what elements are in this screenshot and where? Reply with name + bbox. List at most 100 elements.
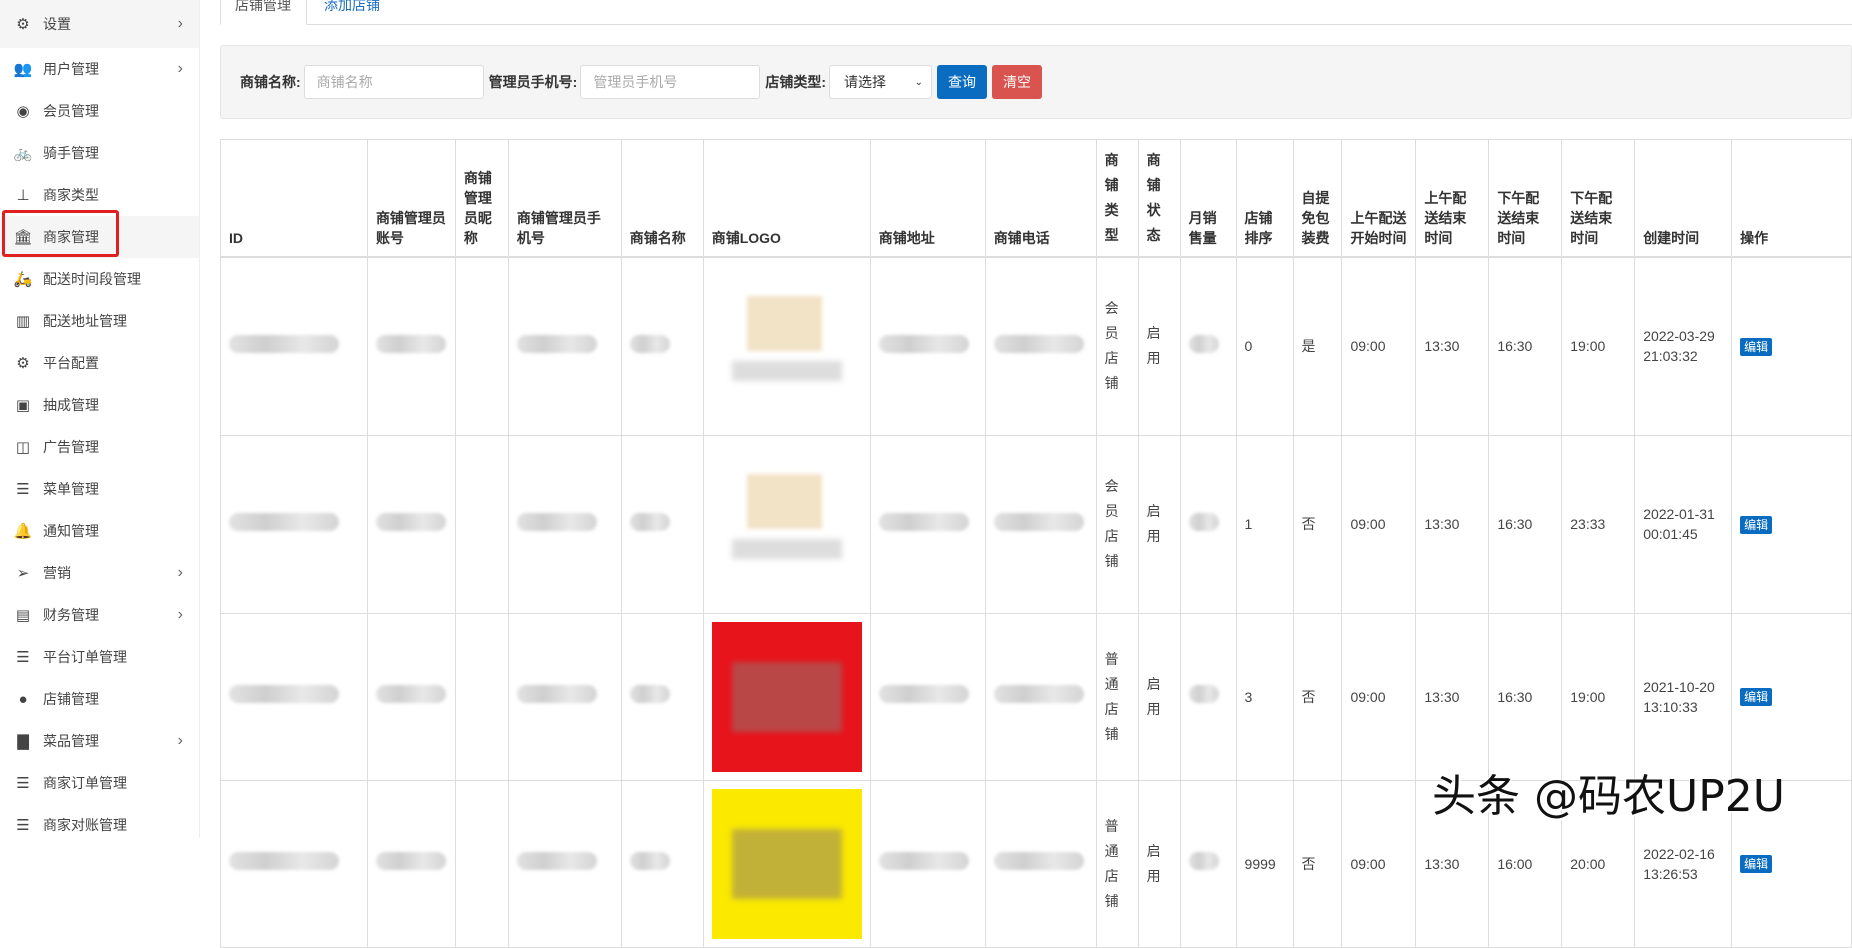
sitemap-icon: ⊥	[16, 187, 30, 204]
sidebar-item[interactable]: ➢ 营销 ›	[0, 552, 199, 594]
store-name-input[interactable]	[303, 65, 484, 99]
table-cell	[984, 779, 1097, 948]
store-type: 会员店铺	[1104, 478, 1119, 569]
self-pickup-free: 否	[1301, 855, 1316, 872]
table-cell	[1179, 256, 1237, 436]
table-cell	[220, 612, 368, 781]
redacted-text	[629, 685, 670, 703]
self-pickup-free: 是	[1301, 338, 1316, 355]
redacted-text	[229, 334, 339, 353]
table-cell	[1179, 779, 1237, 948]
edit-button[interactable]: 编辑	[1740, 337, 1773, 356]
sidebar-item[interactable]: ▥ 配送地址管理	[0, 300, 199, 342]
sidebar-item[interactable]: 👥 用户管理 ›	[0, 48, 199, 90]
column-header: ID	[220, 139, 368, 258]
am-end: 13:30	[1424, 516, 1460, 532]
column-header: 操作	[1731, 139, 1852, 258]
table-cell	[454, 434, 509, 614]
store-logo	[712, 449, 862, 599]
sidebar-item[interactable]: 🔔 通知管理	[0, 510, 199, 552]
am-start: 09:00	[1350, 338, 1386, 355]
redacted-text	[375, 334, 446, 353]
table-cell	[984, 612, 1097, 781]
table-cell: 编辑	[1731, 612, 1852, 781]
edit-button[interactable]: 编辑	[1740, 515, 1773, 534]
sidebar-item[interactable]: ◉ 会员管理	[0, 90, 199, 132]
table-cell: 13:30	[1415, 612, 1490, 781]
redacted-text	[878, 512, 969, 531]
compass-icon: ●	[18, 690, 28, 708]
table-cell	[507, 612, 622, 781]
map-icon: ▥	[15, 313, 31, 330]
sidebar-item[interactable]: 🛵 配送时间段管理	[0, 258, 199, 300]
column-header: 商铺类型	[1095, 139, 1139, 258]
sidebar-item[interactable]: 🚲 骑手管理	[0, 132, 199, 174]
column-header: 自提免包装费	[1292, 139, 1343, 258]
sidebar-item[interactable]: ☰ 菜单管理	[0, 468, 199, 510]
table-cell	[366, 612, 456, 781]
column-header: 商铺管理员手机号	[507, 139, 622, 258]
redacted-text	[516, 685, 597, 703]
redacted-text	[993, 334, 1084, 353]
bell-icon: 🔔	[13, 523, 33, 540]
store-table: ID 商铺管理员账号 商铺管理员昵称 商铺管理员手机号 商铺名称 商铺LOGO 商铺地址 商铺…	[220, 139, 1852, 948]
edit-button[interactable]: 编辑	[1740, 688, 1773, 706]
store-status: 启用	[1146, 675, 1161, 717]
redacted-text	[993, 685, 1084, 703]
sidebar-item[interactable]: ⚙ 设置 ›	[0, 0, 199, 48]
sidebar-item-label: 商家类型	[43, 187, 99, 203]
sidebar-item[interactable]: ⚙ 平台配置	[0, 342, 199, 384]
table-cell	[507, 779, 622, 948]
column-header: 商铺LOGO	[702, 139, 871, 258]
table-cell: 19:00	[1561, 612, 1636, 781]
redacted-text	[516, 512, 597, 531]
table-cell: 0	[1235, 256, 1294, 436]
phone-input[interactable]	[580, 65, 761, 99]
table-cell: 09:00	[1341, 612, 1417, 781]
redacted-text	[1188, 334, 1219, 353]
table-cell	[366, 256, 456, 436]
table-cell: 23:33	[1561, 434, 1636, 614]
chevron-right-icon: ›	[177, 564, 183, 581]
user-circle-icon: ◉	[16, 103, 30, 120]
column-header: 商铺名称	[620, 139, 704, 258]
table-cell: 09:00	[1341, 779, 1417, 948]
table-cell: 会员店铺	[1095, 256, 1139, 436]
money-icon: ▣	[15, 397, 31, 414]
table-cell	[620, 434, 704, 614]
edit-button[interactable]: 编辑	[1740, 855, 1773, 873]
tab-add-store[interactable]: 添加店铺	[310, 0, 394, 25]
created-time: 2022-02-16 13:26:53	[1643, 845, 1715, 882]
sidebar-item[interactable]: ☰ 平台订单管理	[0, 636, 199, 678]
sidebar-item[interactable]: ▣ 抽成管理	[0, 384, 199, 426]
sidebar-item[interactable]: ◫ 广告管理	[0, 426, 199, 468]
am-start: 09:00	[1350, 855, 1386, 872]
clear-button[interactable]: 清空	[992, 65, 1043, 99]
redacted-text	[1188, 512, 1219, 531]
table-cell	[869, 779, 986, 948]
sidebar-item[interactable]: ▤ 财务管理 ›	[0, 594, 199, 636]
sidebar-item[interactable]: ● 店铺管理	[0, 678, 199, 720]
paper-plane-icon: ➢	[16, 565, 30, 582]
table-cell: 16:30	[1488, 256, 1563, 436]
store-type-select[interactable]: 请选择 ⌄	[829, 65, 933, 99]
sidebar-item-label: 通知管理	[43, 523, 99, 539]
table-cell: 13:30	[1415, 434, 1490, 614]
pm-start: 16:30	[1497, 516, 1533, 532]
motorcycle-icon: 🛵	[13, 271, 33, 288]
table-cell: 否	[1292, 779, 1343, 948]
table-cell: 否	[1292, 612, 1343, 781]
sidebar-item[interactable]: ☰ 商家对账管理	[0, 804, 199, 846]
sidebar-item[interactable]: ▇ 菜品管理 ›	[0, 720, 199, 762]
sidebar-item[interactable]: ⊥ 商家类型	[0, 174, 199, 216]
query-button[interactable]: 查询	[937, 65, 988, 99]
sidebar-item[interactable]: 🏛 商家管理	[0, 216, 199, 258]
created-time: 2021-10-20 13:10:33	[1643, 678, 1715, 715]
bars-icon: ☰	[16, 817, 30, 834]
sidebar-item[interactable]: ☰ 商家订单管理	[0, 762, 199, 804]
tab-store-management[interactable]: 店铺管理	[220, 0, 307, 25]
column-header: 创建时间	[1634, 139, 1733, 258]
column-header: 下午配送结束时间	[1488, 139, 1563, 258]
self-pickup-free: 否	[1301, 516, 1316, 532]
sidebar-item-label: 设置	[43, 16, 71, 32]
